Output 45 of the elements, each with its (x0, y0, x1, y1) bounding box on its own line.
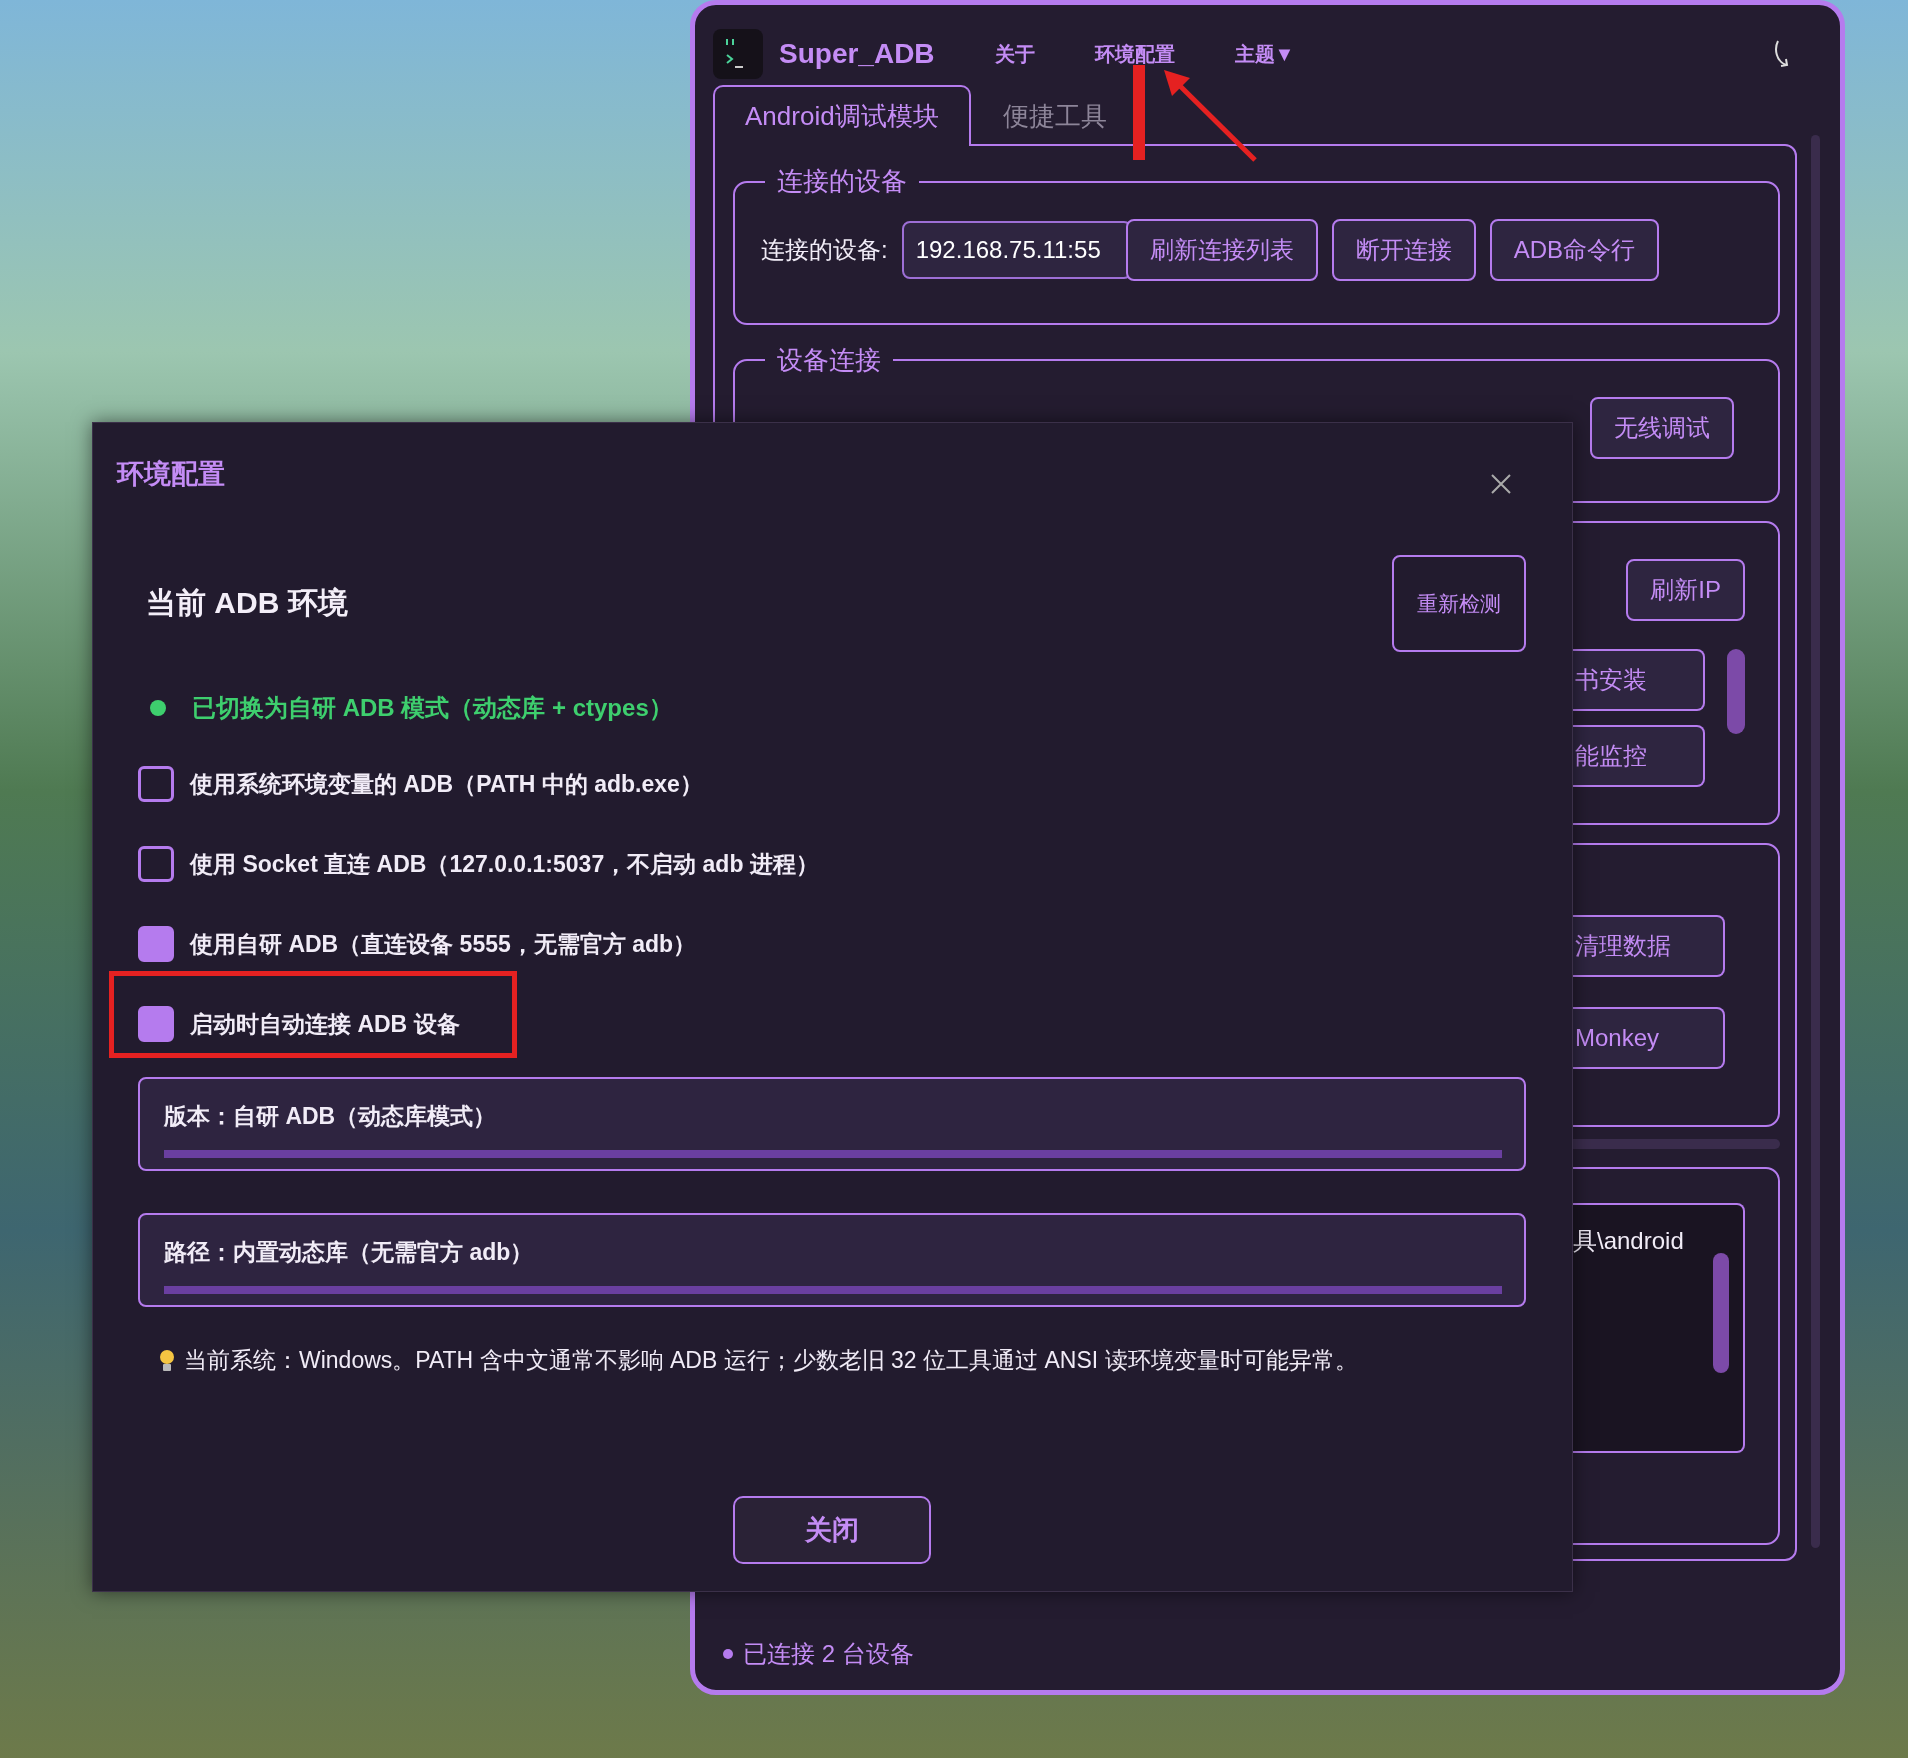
tool-button[interactable]: Monkey (1573, 1007, 1725, 1070)
checkbox[interactable] (138, 766, 174, 802)
field-label: 连接的设备: (761, 234, 888, 265)
status-dot-icon (150, 700, 166, 716)
close-button[interactable]: 关闭 (733, 1496, 931, 1564)
scrollbar[interactable] (1713, 1253, 1729, 1374)
checkbox-label[interactable]: 使用 Socket 直连 ADB（127.0.0.1:5037，不启动 adb 进程） (190, 848, 819, 880)
menu-item[interactable]: 关于 (994, 40, 1035, 68)
group-title: 设备连接 (776, 343, 882, 377)
tool-button[interactable]: 清理数据 (1573, 915, 1725, 978)
terminal-icon (713, 29, 763, 79)
scrollbar[interactable] (164, 1286, 1502, 1294)
checkbox[interactable] (138, 846, 174, 882)
list-button[interactable]: 书安装 (1573, 649, 1705, 712)
section-heading: 当前 ADB 环境 (146, 585, 348, 621)
dialog-title: 环境配置 (117, 458, 225, 491)
status-text: 已切换为自研 ADB 模式（动态库 + ctypes） (192, 693, 673, 723)
menu-item[interactable]: 环境配置 (1094, 40, 1175, 68)
status-dot-icon (723, 1649, 733, 1659)
app-title: Super_ADB (779, 38, 935, 70)
toolbar-button[interactable]: 断开连接 (1331, 218, 1476, 281)
info-text: 路径：内置动态库（无需官方 adb） (164, 1238, 535, 1267)
close-icon[interactable] (1490, 473, 1512, 495)
scrollbar[interactable] (1811, 135, 1820, 1548)
checkbox-label[interactable]: 使用系统环境变量的 ADB（PATH 中的 adb.exe） (190, 768, 703, 800)
checkbox[interactable] (138, 1006, 174, 1042)
lightbulb-icon (158, 1348, 176, 1373)
menu-item[interactable]: 主题▼ (1234, 40, 1295, 68)
checkbox[interactable] (138, 926, 174, 962)
checkbox-label[interactable]: 启动时自动连接 ADB 设备 (190, 1008, 460, 1040)
checkbox-label[interactable]: 使用自研 ADB（直连设备 5555，无需官方 adb） (190, 928, 697, 960)
info-text: 版本：自研 ADB（动态库模式） (164, 1102, 498, 1131)
refresh-ip-button[interactable]: 刷新IP (1626, 559, 1745, 622)
group-title: 连接的设备 (776, 165, 908, 198)
toolbar-button[interactable]: ADB命令行 (1489, 218, 1660, 281)
hint-text: 当前系统：Windows。PATH 含中文通常不影响 ADB 运行；少数老旧 32 位工具通过 ANSI 读环境变量时可能异常。 (184, 1346, 1358, 1375)
list-button[interactable]: 能监控 (1573, 725, 1705, 788)
scrollbar[interactable] (1727, 649, 1745, 735)
tab[interactable]: Android调试模块 (713, 85, 971, 146)
tab[interactable]: 便捷工具 (970, 85, 1117, 146)
scrollbar[interactable] (164, 1150, 1502, 1158)
recheck-button[interactable]: 重新检测 (1392, 555, 1526, 652)
wireless-debug-button[interactable]: 无线调试 (1590, 397, 1734, 460)
console-text: 具\android (1573, 1226, 1684, 1257)
status-text: 已连接 2 台设备 (743, 1639, 914, 1669)
